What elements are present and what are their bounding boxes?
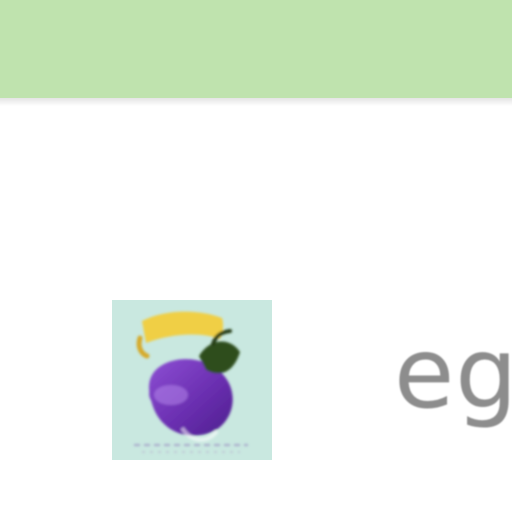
eggplant-icon <box>112 300 272 460</box>
page: eg <box>0 0 512 512</box>
list-item[interactable]: eg <box>112 300 512 460</box>
item-label: eg <box>394 317 512 431</box>
top-bar <box>0 0 512 98</box>
top-bar-shadow <box>0 98 512 106</box>
